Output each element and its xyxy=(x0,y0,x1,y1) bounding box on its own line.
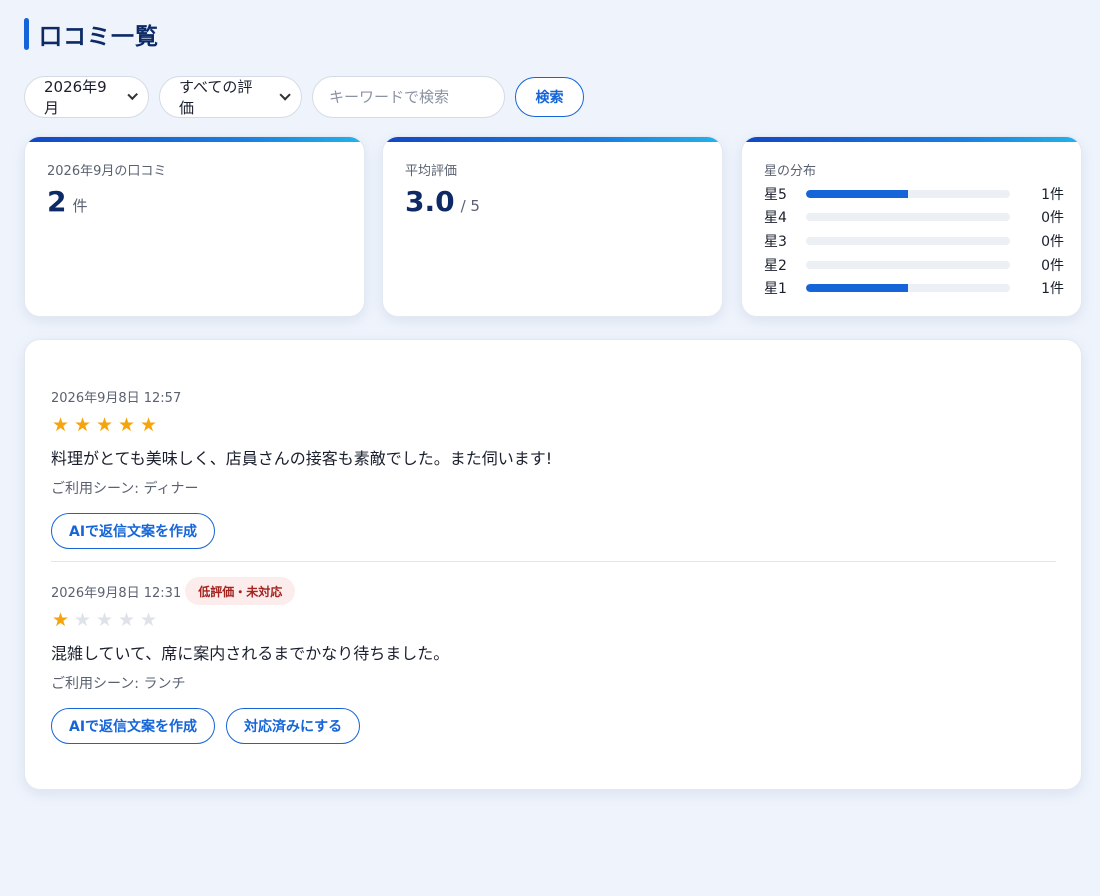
distribution-row-label: 星1 xyxy=(764,281,787,298)
average-rating-label: 平均評価 xyxy=(405,164,458,179)
star-icon: ★ xyxy=(73,414,92,436)
average-rating-scale: / 5 xyxy=(460,197,480,215)
distribution-row: 星5 1件 xyxy=(764,182,1064,206)
review-item: 2026年9月8日 12:57 ★ ★ ★ ★ ★ 料理がとても美味しく、店員さ… xyxy=(51,386,1056,549)
review-stars: ★ ★ ★ ★ ★ xyxy=(51,413,1056,437)
review-scene: ご利用シーン: ディナー xyxy=(51,481,199,497)
distribution-bar-track xyxy=(806,236,1010,245)
distribution-row-label: 星2 xyxy=(764,257,787,274)
distribution-bar-track xyxy=(806,213,1010,222)
page-title: 口コミ一覧 xyxy=(39,24,159,50)
review-scene: ご利用シーン: ランチ xyxy=(51,676,186,692)
distribution-row-label: 星5 xyxy=(764,186,787,203)
review-text: 料理がとても美味しく、店員さんの接客も素敵でした。また伺います! xyxy=(51,449,553,468)
distribution-bar-track xyxy=(806,260,1010,269)
distribution-row-count: 1件 xyxy=(1041,281,1064,298)
review-divider xyxy=(51,561,1056,562)
star-distribution-label: 星の分布 xyxy=(764,164,817,179)
rating-select-value: すべての評価 xyxy=(179,78,253,117)
low-rating-unhandled-badge: 低評価・未対応 xyxy=(185,577,296,605)
filter-bar: 2026年9月 すべての評価 検索 xyxy=(24,76,584,118)
review-text: 混雑していて、席に案内されるまでかなり待ちました。 xyxy=(51,644,450,663)
star-icon: ★ xyxy=(73,609,92,631)
star-distribution-card: 星の分布 星5 1件 星4 0件 星3 0件 星2 0件 星1 1件 xyxy=(741,136,1082,317)
star-icon: ★ xyxy=(117,414,136,436)
distribution-bar-fill xyxy=(806,189,908,198)
search-button[interactable]: 検索 xyxy=(515,77,584,117)
page-header: 口コミ一覧 xyxy=(24,18,159,50)
ai-reply-draft-button[interactable]: AIで返信文案を作成 xyxy=(51,708,216,744)
review-date: 2026年9月8日 12:31 xyxy=(51,585,182,601)
star-distribution-list: 星5 1件 星4 0件 星3 0件 星2 0件 星1 1件 xyxy=(764,182,1064,300)
distribution-row: 星3 0件 xyxy=(764,229,1064,253)
distribution-row: 星1 1件 xyxy=(764,276,1064,300)
star-icon: ★ xyxy=(51,414,70,436)
distribution-row-count: 0件 xyxy=(1041,210,1064,227)
ai-reply-draft-button[interactable]: AIで返信文案を作成 xyxy=(51,513,216,549)
star-icon: ★ xyxy=(51,609,70,631)
review-count-unit: 件 xyxy=(72,197,88,215)
review-stars: ★ ★ ★ ★ ★ xyxy=(51,608,1056,632)
review-date: 2026年9月8日 12:57 xyxy=(51,390,182,406)
chevron-down-icon xyxy=(127,89,138,101)
distribution-bar-track xyxy=(806,189,1010,198)
mark-handled-button[interactable]: 対応済みにする xyxy=(226,708,361,744)
distribution-row-count: 0件 xyxy=(1041,233,1064,250)
review-list: 2026年9月8日 12:57 ★ ★ ★ ★ ★ 料理がとても美味しく、店員さ… xyxy=(24,339,1082,790)
title-accent-bar xyxy=(24,18,29,50)
distribution-bar-fill xyxy=(806,284,908,293)
page: 口コミ一覧 2026年9月 すべての評価 検索 2026年9月の口コミ 2 件 … xyxy=(0,0,1100,896)
chevron-down-icon xyxy=(279,89,291,101)
star-icon: ★ xyxy=(139,414,158,436)
star-icon: ★ xyxy=(95,609,114,631)
distribution-row-label: 星3 xyxy=(764,233,787,250)
average-rating-value: 3.0 xyxy=(405,185,455,218)
distribution-row: 星4 0件 xyxy=(764,206,1064,230)
review-count-value: 2 xyxy=(47,185,67,218)
distribution-bar-track xyxy=(806,284,1010,293)
review-count-label: 2026年9月の口コミ xyxy=(47,164,167,179)
distribution-row-label: 星4 xyxy=(764,210,787,227)
month-select[interactable]: 2026年9月 xyxy=(24,76,149,118)
star-icon: ★ xyxy=(95,414,114,436)
rating-select[interactable]: すべての評価 xyxy=(159,76,302,118)
month-select-value: 2026年9月 xyxy=(44,78,107,117)
star-icon: ★ xyxy=(117,609,136,631)
search-input[interactable] xyxy=(312,76,505,118)
average-rating-card: 平均評価 3.0 / 5 xyxy=(382,136,723,317)
distribution-row-count: 0件 xyxy=(1041,257,1064,274)
distribution-row-count: 1件 xyxy=(1041,186,1064,203)
star-icon: ★ xyxy=(139,609,158,631)
review-item: 2026年9月8日 12:31 低評価・未対応 ★ ★ ★ ★ ★ 混雑していて… xyxy=(51,577,1056,744)
review-count-card: 2026年9月の口コミ 2 件 xyxy=(24,136,365,317)
distribution-row: 星2 0件 xyxy=(764,253,1064,277)
